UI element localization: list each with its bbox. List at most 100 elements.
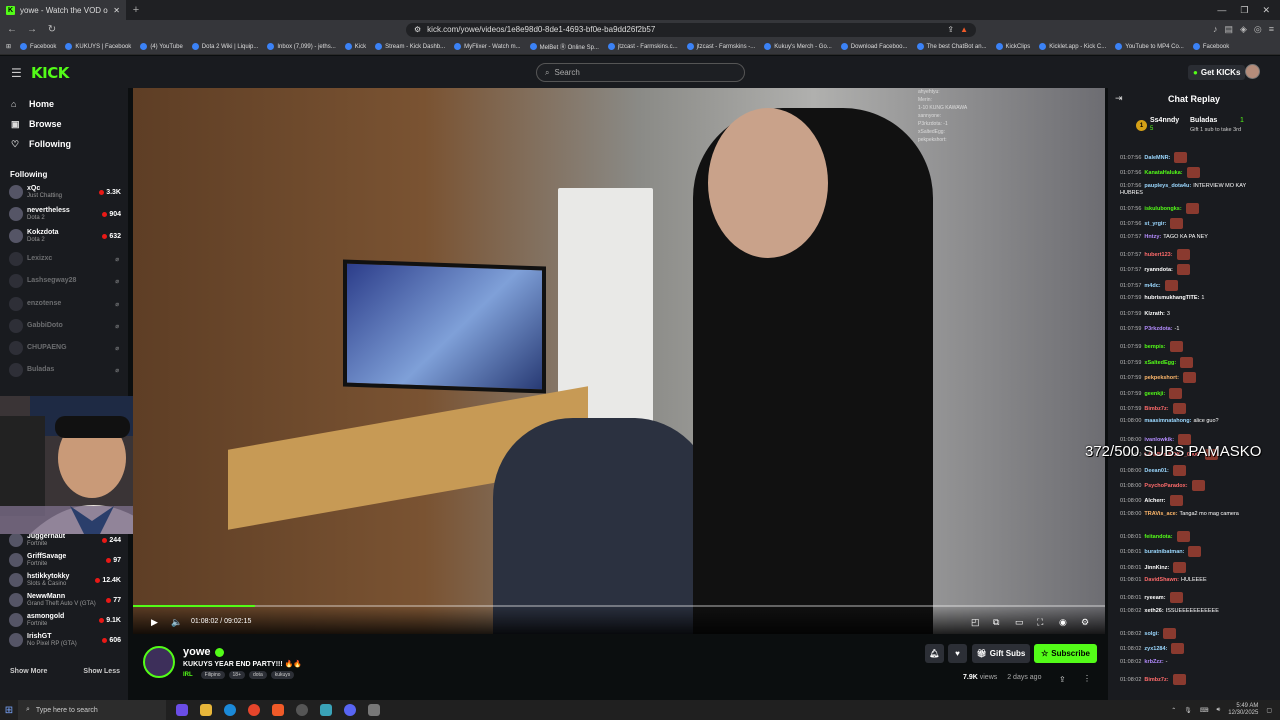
message-username[interactable]: Hntzy: [1144,234,1161,240]
message-username[interactable]: PsychoParadox: [1144,483,1187,489]
message-username[interactable]: xeth26: [1144,608,1163,614]
chat-message[interactable]: 01:08:00 PsychoParadox: [1120,480,1205,491]
chat-message[interactable]: 01:07:56 st_yrgir: [1120,218,1184,230]
chat-message[interactable]: 01:08:00 Deean01: [1120,464,1186,476]
category-link[interactable]: IRL [183,672,193,678]
message-username[interactable]: xSaltedEgg: [1144,360,1176,366]
app-icon[interactable] [368,704,380,716]
chrome-icon[interactable] [248,704,260,716]
wallet-icon[interactable]: ◈ [1240,24,1247,35]
bookmark-item[interactable]: The best ChatBot an... [916,43,987,50]
channel-name[interactable]: yowe [183,646,224,658]
chat-message[interactable]: 01:07:59 Klzrath: 3 [1120,311,1170,318]
tag[interactable]: Filipino [200,671,225,679]
followed-channel[interactable]: enzotense ⌀ [9,294,121,314]
message-username[interactable]: Bimbz7z: [1144,406,1168,412]
forward-icon[interactable]: → [26,24,38,35]
hamburger-menu-icon[interactable]: ☰ [11,66,22,80]
sidebar-item-browse[interactable]: ▣ Browse [0,114,128,134]
volume-icon[interactable]: 🔊︎ [1217,707,1221,714]
chat-message[interactable]: 01:07:57 ryanndota: [1120,264,1190,276]
volume-icon[interactable]: 🔈 [171,617,182,628]
extension-icon[interactable]: ♪ [1213,24,1218,35]
bookmark-item[interactable]: Kicklet.app - Kick C... [1039,43,1106,50]
chat-message[interactable]: 01:07:57 Hntzy: TAGO KA PA NEY [1120,234,1208,241]
clip-icon[interactable]: ⧉ [993,617,999,628]
follow-button[interactable]: ♥ [948,644,967,663]
channel-avatar[interactable] [143,646,175,678]
followed-channel[interactable]: GabbiDoto ⌀ [9,316,121,336]
theater-mode-icon[interactable]: ▭ [1015,617,1024,628]
message-username[interactable]: feitandota: [1144,534,1172,540]
brave-shield-icon[interactable]: ▲ [960,25,968,34]
chat-message[interactable]: 01:07:59 geenkji: [1120,387,1183,399]
bookmark-item[interactable]: Download Faceboo... [840,43,908,50]
chat-message[interactable]: 01:08:02 krbZzz: - [1120,659,1168,666]
close-tab-icon[interactable]: ✕ [113,6,120,15]
message-username[interactable]: DavidShawn: [1144,577,1179,583]
obs-icon[interactable] [296,704,308,716]
fullscreen-icon[interactable]: ⛶ [1037,617,1043,628]
message-username[interactable]: pekpekshort: [1144,375,1179,381]
chat-message[interactable]: 01:07:57 m4dc: [1120,279,1178,291]
chat-message[interactable]: 01:07:59 P3rkzdota: -1 [1120,326,1179,333]
message-username[interactable]: Bimbz7z: [1144,677,1168,683]
notification-bell-button[interactable]: 🔔︎ [925,644,944,663]
message-username[interactable]: P3rkzdota: [1144,326,1172,332]
message-username[interactable]: paupleys_dota4u: [1144,183,1191,189]
chat-message[interactable]: 01:08:01 DavidShawn: HULEEEE [1120,577,1207,584]
site-info-icon[interactable]: ⚙ [414,25,421,34]
more-options-icon[interactable]: ⋮ [1083,674,1091,683]
reload-icon[interactable]: ↻ [46,24,58,35]
tag[interactable]: dota [249,671,267,679]
user-avatar[interactable] [1245,64,1260,79]
followed-channel[interactable]: IrishGT No Pixel RP (GTA) 606 [9,630,121,650]
followed-channel[interactable]: CHUPAENG ⌀ [9,338,121,358]
bookmark-item[interactable]: Facebook [20,43,56,50]
message-username[interactable]: solgi: [1144,631,1159,637]
chat-message[interactable]: 01:08:02 solgi: [1120,627,1177,639]
followed-channel[interactable]: nevertheless Dota 2 904 [9,204,121,224]
chat-message[interactable]: 01:08:02 zyx1284: [1120,643,1185,655]
message-username[interactable]: hubrismukhangTITE: [1144,295,1199,301]
gift-subs-button[interactable]: 🎁︎ Gift Subs [972,644,1030,663]
message-username[interactable]: DaleMNR: [1144,155,1170,161]
close-window-icon[interactable]: ✕ [1262,5,1270,16]
maximize-icon[interactable]: ❐ [1240,5,1248,16]
bookmark-item[interactable]: (4) YouTube [140,43,183,50]
chat-message[interactable]: 01:07:56 DaleMNR: [1120,152,1188,163]
bookmark-item[interactable]: jtzcast - Farmskins -... [686,43,755,50]
tag[interactable]: kukuys [270,671,295,679]
back-icon[interactable]: ← [6,24,18,35]
share-icon[interactable]: ⇪ [1059,675,1066,684]
discord-icon[interactable] [344,704,356,716]
bookmark-item[interactable]: Facebook [1192,43,1229,50]
message-username[interactable]: zyx1284: [1144,646,1167,652]
bookmark-item[interactable]: Inbox (7,099) - jeths... [267,43,336,50]
chevron-up-icon[interactable]: ⌃ [1171,707,1176,714]
message-username[interactable]: maasimnatahong: [1144,418,1191,424]
chat-message[interactable]: 01:08:01 feitandota: [1120,530,1190,542]
message-username[interactable]: ivanlowkik: [1144,437,1174,443]
chat-message[interactable]: 01:08:01 buratnibatman: [1120,546,1202,558]
followed-channel[interactable]: hstikkytokky Slots & Casino 12.4K [9,570,121,590]
minimize-icon[interactable]: — [1217,5,1226,16]
message-username[interactable]: Alcherr: [1144,498,1165,504]
message-username[interactable]: JinnKinz: [1144,565,1169,571]
bookmark-item[interactable]: YouTube to MP4 Co... [1115,43,1184,50]
sidebar-toggle-icon[interactable]: ▤ [1224,24,1233,35]
followed-channel[interactable]: Buladas ⌀ [9,360,121,380]
mic-icon[interactable]: 🎙︎ [1184,707,1192,714]
message-username[interactable]: hubert123: [1144,252,1172,258]
search-input[interactable]: ⌕ Search [536,63,745,82]
sidebar-item-home[interactable]: ⌂ Home [0,94,128,114]
bookmark-item[interactable]: KickClips [995,43,1030,50]
settings-gear-icon[interactable]: ⚙ [1081,617,1089,628]
followed-channel[interactable]: Kokzdota Dota 2 632 [9,226,121,246]
followed-channel[interactable]: xQc Just Chatting 3.3K [9,182,121,202]
chat-message[interactable]: 01:07:59 bempis: [1120,341,1183,353]
browser-tab[interactable]: K yowe - Watch the VOD on Kick ✕ [0,0,126,20]
bookmark-item[interactable]: jtzcast - Farmskins.c... [607,43,678,50]
message-username[interactable]: m4dc: [1144,283,1160,289]
chat-message[interactable]: 01:08:00 Alcherr: [1120,495,1183,507]
